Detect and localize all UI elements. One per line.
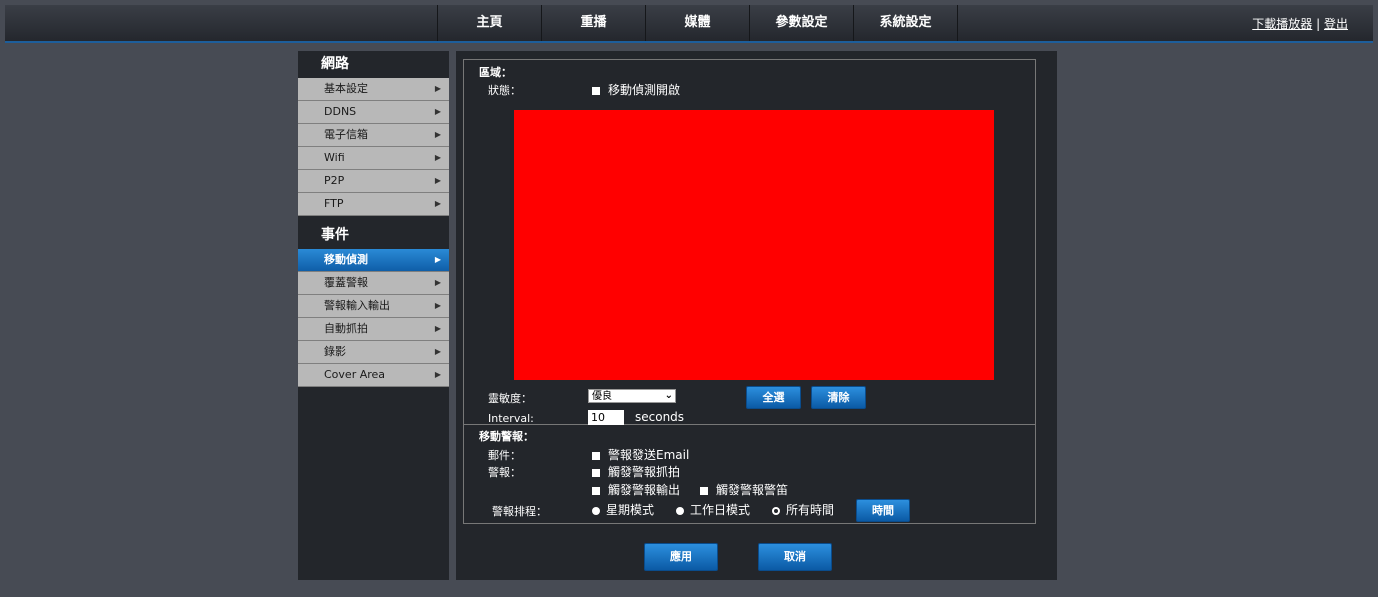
download-player-link[interactable]: 下載播放器	[1252, 17, 1312, 31]
chevron-down-icon: ⌄	[664, 390, 673, 401]
arrow-right-icon: ▶	[434, 278, 441, 287]
buzzer-checkbox[interactable]: 觸發警報警笛	[700, 481, 788, 498]
email-alert-checkbox[interactable]: 警報發送Email	[592, 446, 689, 463]
cancel-button[interactable]: 取消	[758, 543, 832, 571]
sidebar: 網路 基本設定 ▶ DDNS ▶ 電子信箱 ▶ Wifi ▶ P2P ▶ FTP ▶ 事件 …	[298, 51, 449, 580]
sidebar-item-email[interactable]: 電子信箱 ▶	[298, 124, 449, 147]
region-title: 區域：	[479, 66, 512, 79]
radio-icon	[592, 506, 600, 515]
sidebar-item-label: 警報輸入輸出	[324, 299, 390, 312]
motion-alarm-title: 移動警報：	[479, 430, 534, 443]
sidebar-item-ftp[interactable]: FTP ▶	[298, 193, 449, 216]
alarm-output-label: 觸發警報輸出	[608, 483, 681, 497]
motion-alarm-section: 移動警報： 郵件： 警報發送Email 警報： 觸發警報抓拍 觸發警報輸出 觸發…	[463, 423, 1036, 524]
schedule-workday-label: 工作日模式	[690, 503, 751, 517]
arrow-right-icon: ▶	[434, 370, 441, 379]
sidebar-item-label: 錄影	[324, 345, 346, 358]
checkbox-icon	[592, 468, 600, 477]
main-nav: 主頁 重播 媒體 參數設定 系統設定	[437, 5, 958, 41]
snapshot-checkbox[interactable]: 觸發警報抓拍	[592, 463, 680, 480]
alarm-label: 警報：	[488, 466, 521, 479]
sidebar-item-recording[interactable]: 錄影 ▶	[298, 341, 449, 364]
region-section: 區域： 狀態： 移動偵測開啟 靈敏度： 優良 ⌄ 全選 清除 Interval: …	[463, 59, 1036, 425]
checkbox-icon	[700, 486, 708, 495]
schedule-workday-radio[interactable]: 工作日模式	[676, 501, 750, 518]
sidebar-section-events: 事件	[321, 227, 349, 243]
alarm-output-checkbox[interactable]: 觸發警報輸出	[592, 481, 680, 498]
sidebar-item-basic-settings[interactable]: 基本設定 ▶	[298, 78, 449, 101]
sensitivity-label: 靈敏度：	[488, 392, 532, 405]
sidebar-item-ddns[interactable]: DDNS ▶	[298, 101, 449, 124]
arrow-right-icon: ▶	[434, 324, 441, 333]
schedule-weekly-radio[interactable]: 星期模式	[592, 501, 654, 518]
arrow-right-icon: ▶	[434, 130, 441, 139]
schedule-all-radio[interactable]: 所有時間	[772, 501, 834, 518]
top-links: 下載播放器 | 登出	[1252, 15, 1348, 32]
checkbox-icon	[592, 451, 600, 460]
arrow-right-icon: ▶	[434, 84, 441, 93]
motion-enable-label: 移動偵測開啟	[608, 83, 681, 97]
snapshot-label: 觸發警報抓拍	[608, 465, 681, 479]
arrow-right-icon: ▶	[434, 347, 441, 356]
arrow-right-icon: ▶	[434, 199, 441, 208]
detection-area-grid[interactable]	[514, 110, 994, 380]
mail-label: 郵件：	[488, 449, 521, 462]
radio-icon	[676, 506, 684, 515]
arrow-right-icon: ▶	[434, 176, 441, 185]
schedule-label: 警報排程：	[492, 505, 547, 518]
arrow-right-icon: ▶	[434, 301, 441, 310]
clear-button[interactable]: 清除	[811, 386, 866, 409]
apply-button[interactable]: 應用	[644, 543, 718, 571]
sidebar-item-label: Wifi	[324, 151, 345, 164]
sidebar-item-label: 電子信箱	[324, 128, 368, 141]
motion-enable-checkbox[interactable]: 移動偵測開啟	[592, 81, 680, 98]
nav-home[interactable]: 主頁	[437, 5, 541, 41]
schedule-time-button[interactable]: 時間	[856, 499, 910, 522]
sidebar-item-wifi[interactable]: Wifi ▶	[298, 147, 449, 170]
top-bar: 主頁 重播 媒體 參數設定 系統設定 下載播放器 | 登出	[5, 5, 1373, 43]
arrow-right-icon: ▶	[434, 153, 441, 162]
sensitivity-value: 優良	[592, 391, 612, 402]
sidebar-item-label: 基本設定	[324, 82, 368, 95]
nav-media[interactable]: 媒體	[645, 5, 749, 41]
main-panel: 區域： 狀態： 移動偵測開啟 靈敏度： 優良 ⌄ 全選 清除 Interval: …	[456, 51, 1057, 580]
sidebar-item-auto-snapshot[interactable]: 自動抓拍 ▶	[298, 318, 449, 341]
sidebar-section-network: 網路	[321, 56, 349, 72]
link-separator: |	[1316, 17, 1321, 31]
sidebar-item-label: FTP	[324, 197, 344, 210]
sidebar-item-cover-alarm[interactable]: 覆蓋警報 ▶	[298, 272, 449, 295]
checkbox-icon	[592, 486, 600, 495]
sidebar-item-label: Cover Area	[324, 368, 386, 381]
status-label: 狀態：	[488, 84, 521, 97]
sidebar-item-alarm-io[interactable]: 警報輸入輸出 ▶	[298, 295, 449, 318]
sidebar-item-label: 移動偵測	[324, 253, 368, 266]
schedule-all-label: 所有時間	[786, 503, 835, 517]
arrow-right-icon: ▶	[434, 255, 441, 264]
sensitivity-select[interactable]: 優良 ⌄	[588, 389, 676, 403]
sidebar-item-label: DDNS	[324, 105, 357, 118]
arrow-right-icon: ▶	[434, 107, 441, 116]
radio-selected-icon	[772, 506, 780, 515]
logout-link[interactable]: 登出	[1324, 17, 1348, 31]
email-alert-label: 警報發送Email	[608, 448, 690, 462]
sidebar-item-motion-detection[interactable]: 移動偵測 ▶	[298, 249, 449, 272]
checkbox-icon	[592, 86, 600, 95]
sidebar-item-label: 覆蓋警報	[324, 276, 368, 289]
select-all-button[interactable]: 全選	[746, 386, 801, 409]
buzzer-label: 觸發警報警笛	[716, 483, 789, 497]
interval-unit: seconds	[635, 410, 685, 424]
nav-parameters[interactable]: 參數設定	[749, 5, 853, 41]
nav-system[interactable]: 系統設定	[853, 5, 958, 41]
sidebar-item-p2p[interactable]: P2P ▶	[298, 170, 449, 193]
nav-playback[interactable]: 重播	[541, 5, 645, 41]
schedule-weekly-label: 星期模式	[606, 503, 655, 517]
sidebar-item-label: 自動抓拍	[324, 322, 368, 335]
sidebar-item-cover-area[interactable]: Cover Area ▶	[298, 364, 449, 387]
sidebar-item-label: P2P	[324, 174, 345, 187]
